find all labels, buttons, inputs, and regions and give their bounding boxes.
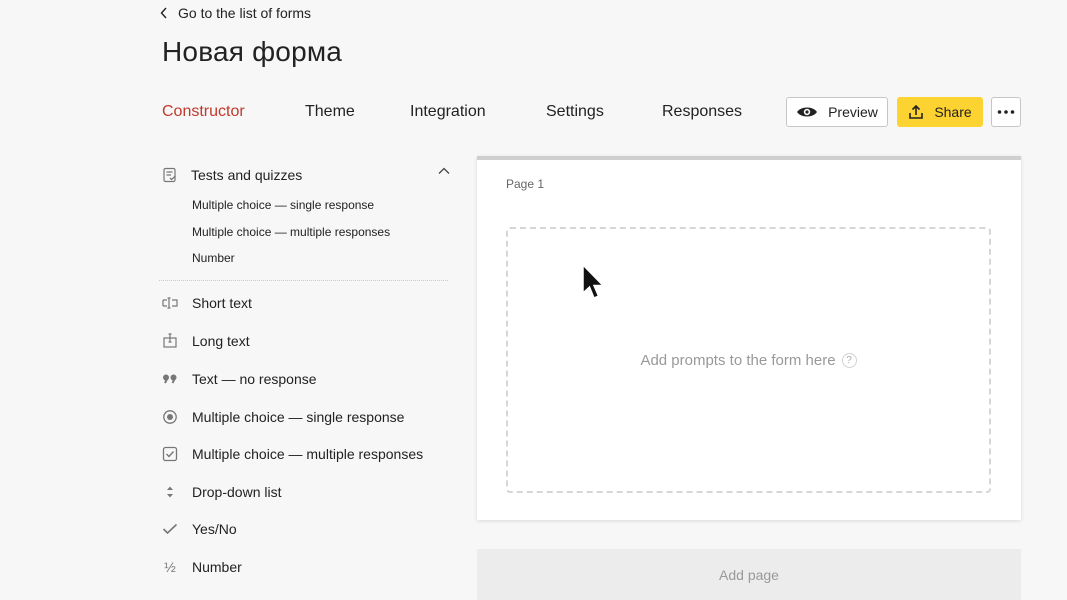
more-options-button[interactable] xyxy=(991,97,1021,127)
tab-integration[interactable]: Integration xyxy=(410,100,486,124)
dropzone-prompt: Add prompts to the form here ? xyxy=(640,351,857,369)
preview-button-label: Preview xyxy=(828,104,878,120)
group-tests-and-quizzes[interactable]: Tests and quizzes xyxy=(162,164,452,186)
quiz-item-multiple-choice[interactable]: Multiple choice — multiple responses xyxy=(192,225,390,239)
ellipsis-icon xyxy=(997,110,1015,114)
sidebar-item-long-text[interactable]: Long text xyxy=(162,331,250,351)
sidebar-item-label: Multiple choice — single response xyxy=(192,409,405,425)
page-label: Page 1 xyxy=(506,177,545,191)
quiz-item-single-choice[interactable]: Multiple choice — single response xyxy=(192,198,374,212)
chevron-left-icon xyxy=(160,7,167,19)
sidebar-item-label: Yes/No xyxy=(192,521,237,537)
help-icon[interactable]: ? xyxy=(841,352,857,368)
sidebar-item-label: Number xyxy=(192,559,242,575)
fraction-icon: ½ xyxy=(164,559,176,575)
chevron-up-icon[interactable] xyxy=(438,167,450,175)
add-page-label: Add page xyxy=(719,566,779,583)
tab-settings[interactable]: Settings xyxy=(546,100,604,124)
sidebar-item-dropdown-list[interactable]: Drop-down list xyxy=(162,482,281,502)
back-to-forms-link[interactable]: Go to the list of forms xyxy=(160,5,311,21)
sidebar-item-label: Multiple choice — multiple responses xyxy=(192,446,424,462)
sidebar-item-yes-no[interactable]: Yes/No xyxy=(162,519,237,539)
sidebar-item-short-text[interactable]: Short text xyxy=(162,293,252,313)
sidebar-item-text-no-response[interactable]: Text — no response xyxy=(162,369,317,389)
radio-icon xyxy=(162,409,178,425)
check-icon xyxy=(162,521,178,537)
sidebar-item-label: Text — no response xyxy=(192,371,317,387)
sidebar-item-number[interactable]: ½ Number xyxy=(162,557,242,577)
long-text-icon xyxy=(162,333,178,349)
tab-responses[interactable]: Responses xyxy=(662,100,742,124)
tab-theme[interactable]: Theme xyxy=(305,100,355,124)
short-text-icon xyxy=(162,295,178,311)
group-label: Tests and quizzes xyxy=(191,167,303,183)
add-page-button[interactable]: Add page xyxy=(477,549,1021,600)
tab-constructor[interactable]: Constructor xyxy=(162,100,245,124)
dropzone-prompt-text: Add prompts to the form here xyxy=(640,351,836,369)
sidebar-item-single-choice[interactable]: Multiple choice — single response xyxy=(162,407,404,427)
form-page-card: Page 1 Add prompts to the form here ? xyxy=(477,156,1021,520)
quiz-item-number[interactable]: Number xyxy=(192,251,235,265)
quote-icon xyxy=(162,371,178,387)
share-button[interactable]: Share xyxy=(897,97,983,127)
mouse-pointer-icon xyxy=(582,263,605,299)
share-button-label: Share xyxy=(934,104,972,120)
sidebar-item-multiple-choice[interactable]: Multiple choice — multiple responses xyxy=(162,444,423,464)
sidebar-item-label: Drop-down list xyxy=(192,484,282,500)
sidebar-item-label: Long text xyxy=(192,333,250,349)
question-dropzone[interactable]: Add prompts to the form here ? xyxy=(506,227,991,493)
form-constructor-screen: Go to the list of forms Новая форма Cons… xyxy=(0,0,1067,600)
form-title[interactable]: Новая форма xyxy=(162,36,342,68)
updown-icon xyxy=(162,484,178,500)
back-link-label: Go to the list of forms xyxy=(178,5,312,21)
sidebar-divider xyxy=(159,280,448,281)
eye-icon xyxy=(797,107,818,117)
upload-icon xyxy=(909,104,924,119)
quiz-icon xyxy=(163,167,176,183)
sidebar-item-label: Short text xyxy=(192,295,252,311)
checkbox-icon xyxy=(162,446,178,462)
preview-button[interactable]: Preview xyxy=(786,97,888,127)
